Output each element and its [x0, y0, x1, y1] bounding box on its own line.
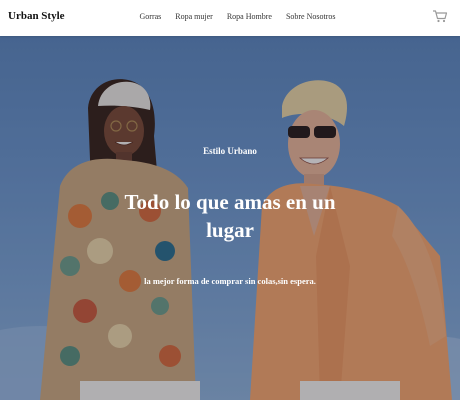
page-bottom	[0, 400, 460, 411]
nav-item-gorras[interactable]: Gorras	[140, 12, 162, 21]
shopping-cart-icon[interactable]	[432, 9, 448, 23]
hero-headline: Todo lo que amas en un lugar	[124, 190, 336, 242]
nav-item-ropa-hombre[interactable]: Ropa Hombre	[227, 12, 272, 21]
hero-subtitle: la mejor forma de comprar sin colas,sin …	[144, 276, 316, 286]
nav-item-sobre-nosotros[interactable]: Sobre Nosotros	[286, 12, 336, 21]
hero-banner: Estilo Urbano Todo lo que amas en un lug…	[0, 36, 460, 400]
hero-eyebrow: Estilo Urbano	[203, 146, 257, 156]
top-navbar: Urban Style Gorras Ropa mujer Ropa Hombr…	[0, 0, 460, 36]
main-nav: Gorras Ropa mujer Ropa Hombre Sobre Noso…	[0, 12, 460, 21]
nav-item-ropa-mujer[interactable]: Ropa mujer	[175, 12, 213, 21]
